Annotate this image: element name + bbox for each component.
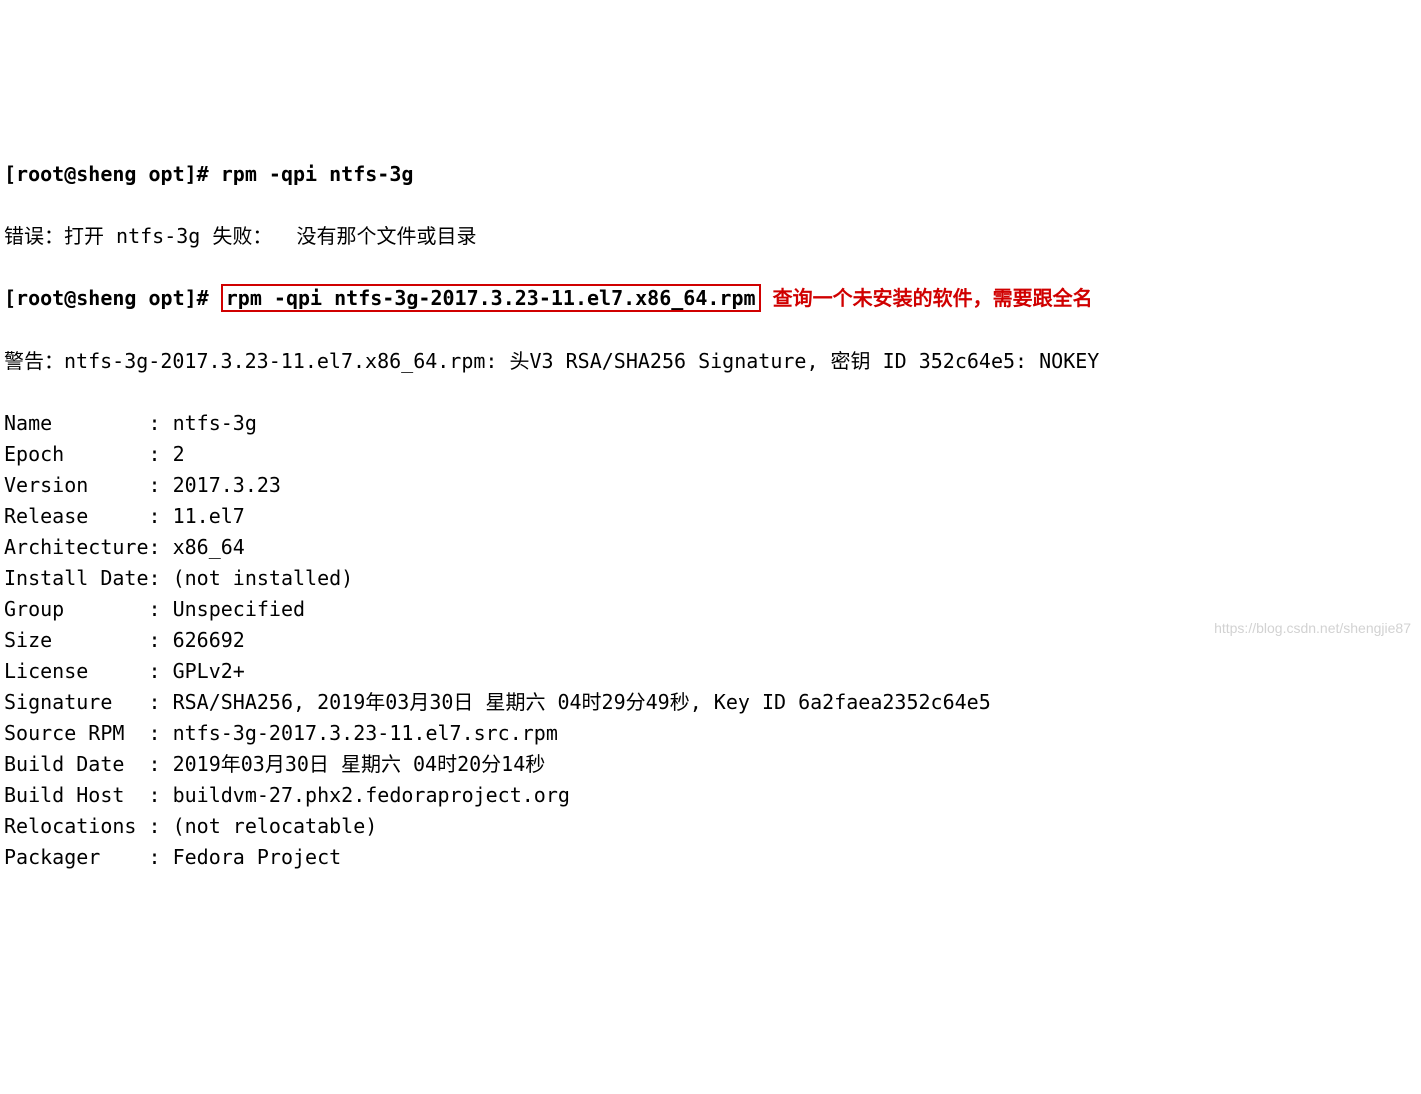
field-label: Source RPM [4,718,148,749]
field-separator: : [148,752,172,776]
terminal-output: [root@sheng opt]# rpm -qpi ntfs-3g 错误：打开… [4,128,1417,904]
shell-prompt: [root@sheng opt]# [4,162,209,186]
field-label: Architecture [4,532,148,563]
field-value: 2019年03月30日 星期六 04时20分14秒 [173,752,546,776]
prompt-line-2: [root@sheng opt]# rpm -qpi ntfs-3g-2017.… [4,283,1417,315]
shell-prompt: [root@sheng opt]# [4,286,209,310]
field-separator: : [148,504,172,528]
annotation-text: 查询一个未安装的软件，需要跟全名 [773,288,1093,310]
warning-line: 警告：ntfs-3g-2017.3.23-11.el7.x86_64.rpm: … [4,346,1417,377]
field-label: Signature [4,687,148,718]
field-value: Unspecified [173,597,305,621]
field-separator: : [148,473,172,497]
field-row: Size: 626692 [4,625,1417,656]
field-label: Build Host [4,780,148,811]
field-label: Install Date [4,563,148,594]
field-row: Build Date: 2019年03月30日 星期六 04时20分14秒 [4,749,1417,780]
field-value: 11.el7 [173,504,245,528]
field-label: Build Date [4,749,148,780]
field-row: Release: 11.el7 [4,501,1417,532]
field-row: Packager: Fedora Project [4,842,1417,873]
field-row: Source RPM: ntfs-3g-2017.3.23-11.el7.src… [4,718,1417,749]
field-label: Name [4,408,148,439]
field-separator: : [148,783,172,807]
error-line: 错误：打开 ntfs-3g 失败： 没有那个文件或目录 [4,221,1417,252]
field-row: Relocations: (not relocatable) [4,811,1417,842]
field-label: Version [4,470,148,501]
field-row: Architecture: x86_64 [4,532,1417,563]
field-row: Epoch: 2 [4,439,1417,470]
field-value: 2017.3.23 [173,473,281,497]
field-row: Build Host: buildvm-27.phx2.fedoraprojec… [4,780,1417,811]
rpm-info-fields: Name: ntfs-3gEpoch: 2Version: 2017.3.23R… [4,408,1417,873]
field-label: License [4,656,148,687]
prompt-line-1: [root@sheng opt]# rpm -qpi ntfs-3g [4,159,1417,190]
field-value: GPLv2+ [173,659,245,683]
field-label: Epoch [4,439,148,470]
field-separator: : [148,814,172,838]
field-separator: : [148,690,172,714]
field-row: Version: 2017.3.23 [4,470,1417,501]
field-value: Fedora Project [173,845,342,869]
field-value: 2 [173,442,185,466]
field-value: ntfs-3g-2017.3.23-11.el7.src.rpm [173,721,558,745]
field-separator: : [148,442,172,466]
field-value: (not relocatable) [173,814,378,838]
field-row: Group: Unspecified [4,594,1417,625]
field-label: Release [4,501,148,532]
field-separator: : [148,597,172,621]
field-separator: : [148,659,172,683]
field-label: Packager [4,842,148,873]
field-value: ntfs-3g [173,411,257,435]
watermark: https://blog.csdn.net/shengjie87 [1214,618,1411,640]
field-value: buildvm-27.phx2.fedoraproject.org [173,783,570,807]
shell-command[interactable]: rpm -qpi ntfs-3g [221,162,414,186]
field-value: (not installed) [173,566,354,590]
field-separator: : [148,535,172,559]
field-separator: : [148,721,172,745]
field-label: Size [4,625,148,656]
field-value: x86_64 [173,535,245,559]
shell-command-boxed[interactable]: rpm -qpi ntfs-3g-2017.3.23-11.el7.x86_64… [221,284,761,312]
field-label: Relocations [4,811,148,842]
field-separator: : [148,628,172,652]
field-value: RSA/SHA256, 2019年03月30日 星期六 04时29分49秒, K… [173,690,991,714]
field-separator: : [148,566,172,590]
field-label: Group [4,594,148,625]
field-separator: : [148,411,172,435]
field-row: License: GPLv2+ [4,656,1417,687]
field-row: Signature: RSA/SHA256, 2019年03月30日 星期六 0… [4,687,1417,718]
field-separator: : [148,845,172,869]
field-row: Install Date: (not installed) [4,563,1417,594]
field-row: Name: ntfs-3g [4,408,1417,439]
field-value: 626692 [173,628,245,652]
